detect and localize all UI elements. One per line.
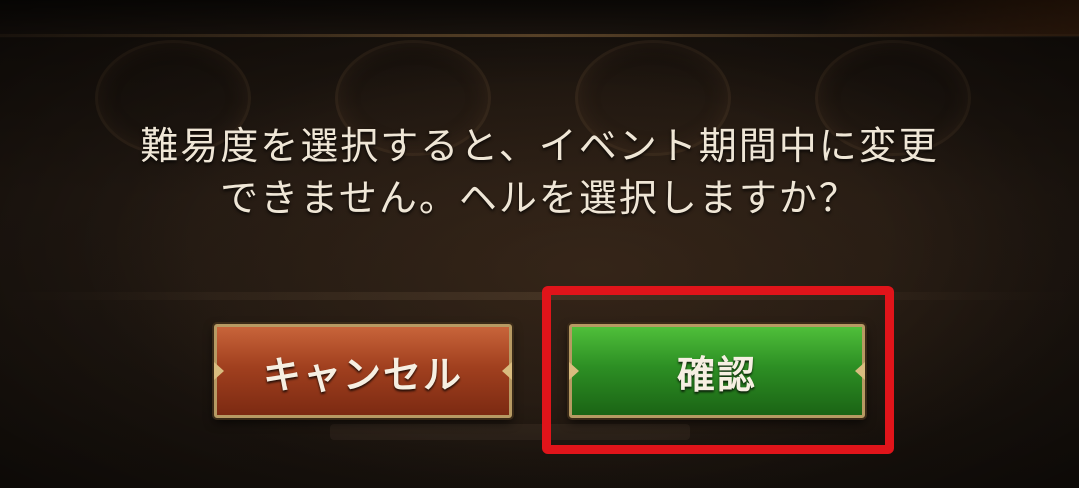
- button-ornament-icon: [214, 362, 224, 380]
- confirm-button-label: 確認: [676, 352, 757, 397]
- background-corner-accent: [819, 0, 1079, 36]
- background-divider: [0, 292, 1079, 300]
- dialog-message-line: できません。ヘルを選択しますか？: [220, 176, 859, 220]
- button-ornament-icon: [569, 362, 579, 380]
- button-ornament-icon: [502, 362, 512, 380]
- confirm-button[interactable]: 確認: [569, 324, 865, 418]
- background-blurred-text: [330, 424, 690, 440]
- game-screen: 難易度を選択すると、イベント期間中に変更 できません。ヘルを選択しますか？ キャ…: [0, 0, 1079, 488]
- button-ornament-icon: [855, 362, 865, 380]
- dialog-message: 難易度を選択すると、イベント期間中に変更 できません。ヘルを選択しますか？: [60, 120, 1019, 224]
- cancel-button[interactable]: キャンセル: [214, 324, 512, 418]
- dialog-message-line: 難易度を選択すると、イベント期間中に変更: [140, 124, 939, 168]
- cancel-button-label: キャンセル: [262, 352, 463, 397]
- background-divider: [0, 34, 1079, 37]
